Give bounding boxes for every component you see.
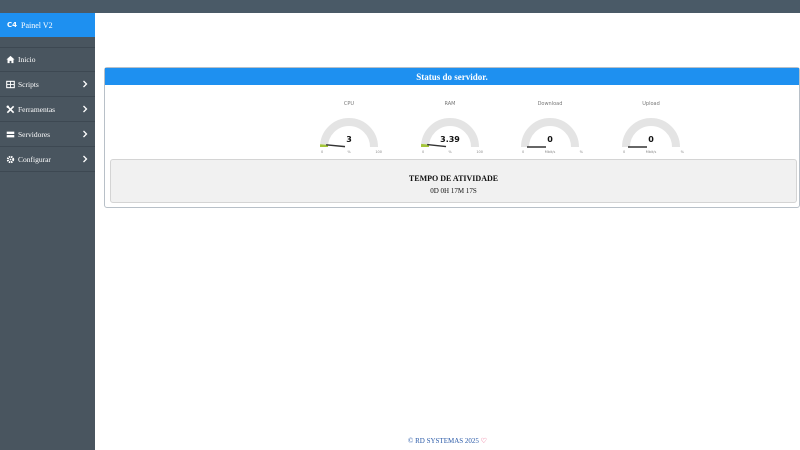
brand-logo-icon: C4 — [7, 21, 18, 29]
gauge-label: RAM — [444, 101, 456, 107]
footer-text: © RD SYSTEMAS 2025 — [408, 437, 479, 445]
chevron-right-icon — [83, 80, 88, 88]
gauge-value: 0 — [648, 135, 654, 144]
gauge-needle — [326, 144, 346, 148]
gauge-unit: % — [448, 150, 452, 154]
brand-title: Painel V2 — [21, 20, 53, 30]
gauge-unit: Mbit/s — [544, 150, 556, 154]
sidebar-item-label: Ferramentas — [18, 104, 56, 114]
gauge-label: Download — [537, 101, 563, 107]
sidebar-item-servidores[interactable]: Servidores — [0, 122, 95, 147]
server-icon — [5, 129, 15, 139]
card-title: Status do servidor. — [105, 68, 799, 85]
sidebar-item-configurar[interactable]: Configurar — [0, 147, 95, 172]
sidebar-item-label: Scripts — [18, 79, 39, 89]
cpu-gauge: CPU 3 0 % 100 — [314, 101, 384, 157]
upload-gauge: Upload 0 0 Mbit/s % — [616, 101, 686, 157]
gauge-value: 3.39 — [440, 135, 460, 144]
footer: © RD SYSTEMAS 2025 ♡ — [95, 437, 800, 445]
server-status-card: Status do servidor. CPU 3 0 % 100 RAM 3.… — [104, 67, 800, 208]
tools-icon — [5, 104, 15, 114]
gauge-max: 100 — [375, 150, 382, 154]
ram-gauge: RAM 3.39 0 % 100 — [415, 101, 485, 157]
uptime-panel: TEMPO DE ATIVIDADE 0D 0H 17M 17S — [110, 159, 797, 203]
uptime-title: TEMPO DE ATIVIDADE — [408, 174, 499, 183]
uptime-value: 0D 0H 17M 17S — [430, 187, 477, 195]
sidebar-item-label: Inicio — [18, 55, 36, 64]
sidebar-item-inicio[interactable]: Inicio — [0, 47, 95, 72]
sidebar: C4 Painel V2 Inicio Scripts Ferramentas … — [0, 13, 95, 450]
home-icon — [5, 55, 15, 65]
gear-icon — [5, 154, 15, 164]
sidebar-item-scripts[interactable]: Scripts — [0, 72, 95, 97]
brand[interactable]: C4 Painel V2 — [0, 13, 95, 37]
gauge-label: Upload — [642, 101, 660, 107]
gauge-value: 0 — [547, 135, 553, 144]
gauge-value: 3 — [346, 135, 352, 144]
heart-icon: ♡ — [480, 437, 487, 445]
gauge-max: % — [680, 150, 684, 154]
sidebar-item-label: Configurar — [18, 154, 51, 164]
gauge-label: CPU — [343, 101, 355, 107]
gauge-unit: Mbit/s — [645, 150, 657, 154]
gauge-max: 100 — [476, 150, 483, 154]
download-gauge: Download 0 0 Mbit/s % — [515, 101, 585, 157]
gauge-unit: % — [347, 150, 351, 154]
gauge-max: % — [579, 150, 583, 154]
sidebar-item-ferramentas[interactable]: Ferramentas — [0, 97, 95, 122]
chevron-right-icon — [83, 130, 88, 138]
chevron-right-icon — [83, 155, 88, 163]
top-bar — [0, 0, 800, 13]
table-icon — [5, 79, 15, 89]
gauge-needle — [427, 143, 447, 148]
chevron-right-icon — [83, 105, 88, 113]
sidebar-item-label: Servidores — [18, 129, 51, 139]
